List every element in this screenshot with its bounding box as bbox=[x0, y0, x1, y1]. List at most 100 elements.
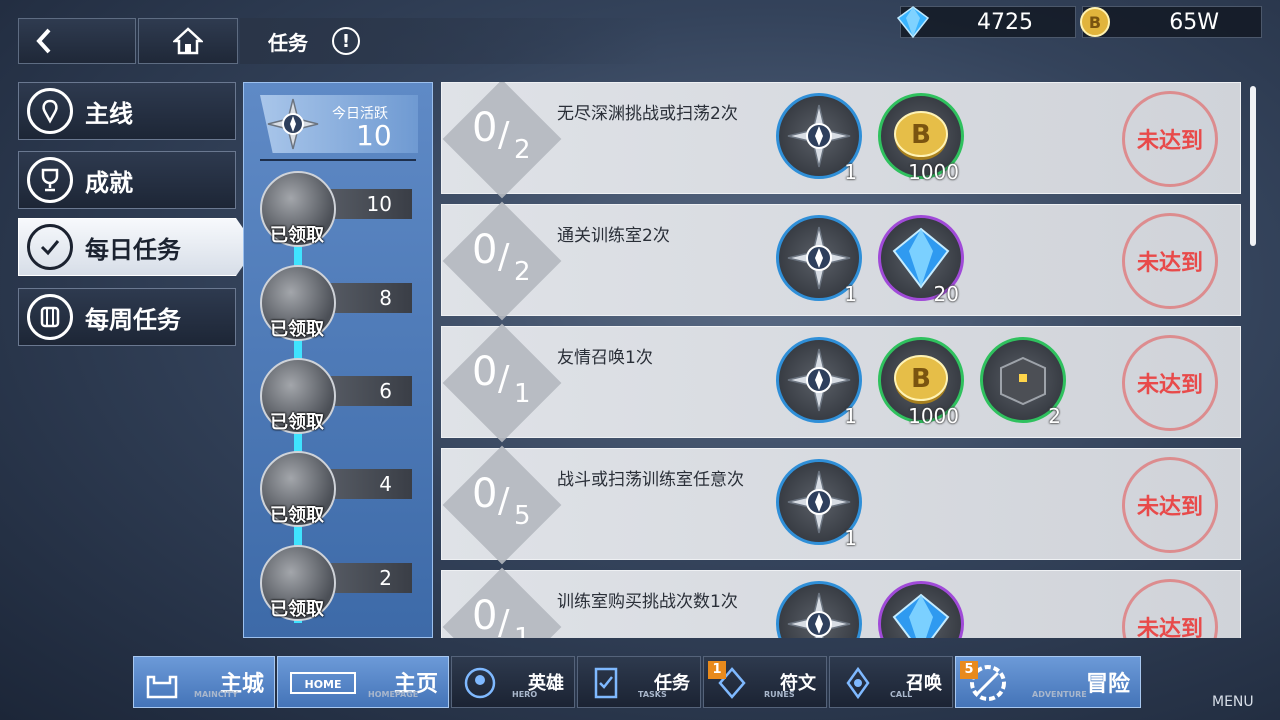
task-progress: 0/2 bbox=[472, 105, 552, 175]
claimed-label: 已领取 bbox=[270, 225, 324, 246]
gem-counter[interactable]: 4725 bbox=[896, 6, 1076, 39]
task-progress: 0/2 bbox=[472, 227, 552, 297]
calendar-icon bbox=[27, 294, 73, 340]
activity-panel: 今日活跃 10 10 已领取 8 已领取 6 已领取 4 已领取 2 已领取 bbox=[243, 82, 433, 638]
compass-reward-icon[interactable]: 1 bbox=[776, 215, 862, 306]
nav-eng-label: CALL bbox=[890, 690, 913, 699]
menu-button[interactable]: MENU bbox=[1212, 694, 1254, 710]
menu-item-daily-tasks[interactable]: 每日任务 bbox=[18, 218, 256, 276]
nav-tasks[interactable]: TASKS 任务 bbox=[577, 656, 701, 708]
reward-count: 2 bbox=[1048, 404, 1061, 428]
milestone-chest[interactable]: 6 已领取 bbox=[260, 358, 412, 438]
nav-summon[interactable]: CALL 召唤 bbox=[829, 656, 953, 708]
task-row[interactable]: 0/ 1 训练室购买挑战次数1次 未达到 bbox=[441, 567, 1241, 638]
claimed-label: 已领取 bbox=[270, 505, 324, 526]
home-sign-icon: HOME bbox=[290, 672, 356, 694]
trophy-icon bbox=[27, 157, 73, 203]
home-button[interactable] bbox=[138, 18, 238, 64]
task-name: 通关训练室2次 bbox=[557, 226, 670, 246]
gem-amount: 4725 bbox=[977, 9, 1033, 35]
reward-count: 1000 bbox=[908, 404, 959, 428]
compass-icon bbox=[267, 98, 319, 150]
task-progress: 0/1 bbox=[472, 349, 552, 419]
task-name: 无尽深渊挑战或扫荡2次 bbox=[557, 104, 738, 124]
menu-item-achievements[interactable]: 成就 bbox=[18, 151, 236, 209]
progress-current: 0 bbox=[472, 593, 498, 638]
compass-reward-icon[interactable]: 1 bbox=[776, 93, 862, 184]
compass-reward-icon[interactable]: 1 bbox=[776, 337, 862, 428]
nav-eng-label: MAINCITY bbox=[194, 690, 238, 699]
progress-total: 1 bbox=[514, 623, 531, 638]
nav-homepage[interactable]: HOME HOMEPAGE 主页 bbox=[277, 656, 449, 708]
scrollbar[interactable] bbox=[1250, 86, 1256, 246]
compass-reward-icon[interactable] bbox=[776, 581, 862, 638]
progress-emblem: 0/5 bbox=[442, 445, 572, 565]
task-progress: 0/1 bbox=[472, 593, 552, 638]
tasks-icon bbox=[594, 667, 618, 699]
claimed-label: 已领取 bbox=[270, 319, 324, 340]
gold-coin-reward-icon[interactable]: B 1000 bbox=[878, 337, 964, 428]
task-row[interactable]: 0/2 通关训练室2次 1 20 未达到 bbox=[441, 201, 1241, 321]
gem-icon bbox=[896, 6, 930, 39]
main-quest-icon bbox=[27, 88, 73, 134]
gold-amount: 65W bbox=[1169, 9, 1219, 35]
progress-total: 2 bbox=[514, 257, 531, 287]
task-list[interactable]: 0/2 无尽深渊挑战或扫荡2次 1 B 1000 未达到 0/2 通关训练室2次 1 20 未达到 0… bbox=[441, 82, 1243, 638]
task-row[interactable]: 0/2 无尽深渊挑战或扫荡2次 1 B 1000 未达到 bbox=[441, 82, 1241, 199]
menu-label: 每周任务 bbox=[85, 305, 181, 334]
progress-emblem: 0/2 bbox=[442, 201, 572, 321]
milestone-chest[interactable]: 2 已领取 bbox=[260, 545, 412, 625]
gold-coin-reward-icon[interactable]: B 1000 bbox=[878, 93, 964, 184]
progress-total: 1 bbox=[514, 379, 531, 409]
task-name: 训练室购买挑战次数1次 bbox=[557, 592, 738, 612]
task-row[interactable]: 0/1 友情召唤1次 1 B 1000 2 未达到 bbox=[441, 323, 1241, 443]
progress-emblem: 0/ 1 bbox=[442, 567, 572, 638]
nav-hero[interactable]: HERO 英雄 bbox=[451, 656, 575, 708]
page-title: 任务 bbox=[268, 30, 308, 55]
progress-current: 0 bbox=[472, 105, 498, 151]
nav-runes[interactable]: 1 RUNES 符文 bbox=[703, 656, 827, 708]
nav-main-city[interactable]: MAINCITY 主城 bbox=[133, 656, 275, 708]
compass-reward-icon[interactable]: 1 bbox=[776, 459, 862, 550]
cube-reward-icon[interactable]: 2 bbox=[980, 337, 1066, 428]
nav-eng-label: HERO bbox=[512, 690, 538, 699]
not-reached-stamp: 未达到 bbox=[1122, 579, 1218, 638]
not-reached-stamp: 未达到 bbox=[1122, 335, 1218, 431]
back-button[interactable] bbox=[18, 18, 136, 64]
bottom-nav: MAINCITY 主城 HOME HOMEPAGE 主页 HERO 英雄 TAS… bbox=[133, 656, 1149, 708]
task-name: 战斗或扫荡训练室任意次 bbox=[557, 470, 744, 490]
progress-slash: / bbox=[498, 481, 510, 521]
progress-current: 0 bbox=[472, 227, 498, 273]
svg-text:B: B bbox=[911, 120, 931, 150]
milestone-chest[interactable]: 10 已领取 bbox=[260, 171, 412, 251]
task-progress: 0/5 bbox=[472, 471, 552, 541]
not-reached-stamp: 未达到 bbox=[1122, 213, 1218, 309]
progress-slash: / bbox=[498, 237, 510, 277]
progress-emblem: 0/2 bbox=[442, 82, 572, 199]
milestone-chest[interactable]: 4 已领取 bbox=[260, 451, 412, 531]
menu-label: 每日任务 bbox=[85, 235, 181, 264]
info-icon[interactable]: ! bbox=[332, 27, 360, 55]
gem-reward-icon[interactable]: 20 bbox=[878, 215, 964, 306]
reward-count: 1000 bbox=[908, 160, 959, 184]
menu-label: 主线 bbox=[85, 99, 133, 128]
nav-adventure[interactable]: 5 ADVENTURE 冒险 bbox=[955, 656, 1141, 708]
task-name: 友情召唤1次 bbox=[557, 348, 653, 368]
progress-current: 0 bbox=[472, 349, 498, 395]
progress-slash: / bbox=[498, 359, 510, 399]
svg-text:B: B bbox=[1089, 13, 1101, 32]
menu-item-weekly-tasks[interactable]: 每周任务 bbox=[18, 288, 236, 346]
gold-coin-icon: B bbox=[1080, 7, 1110, 37]
check-icon bbox=[27, 224, 73, 270]
progress-total: 2 bbox=[514, 135, 531, 165]
gem-reward-icon[interactable] bbox=[878, 581, 964, 638]
nav-label: 冒险 bbox=[1085, 672, 1130, 697]
nav-eng-label: TASKS bbox=[638, 690, 667, 699]
reward-count: 1 bbox=[844, 526, 857, 550]
gold-counter[interactable]: B 65W bbox=[1080, 6, 1262, 38]
menu-item-main-quest[interactable]: 主线 bbox=[18, 82, 236, 140]
milestone-chest[interactable]: 8 已领取 bbox=[260, 265, 412, 345]
activity-value: 10 bbox=[356, 119, 392, 152]
task-row[interactable]: 0/5 战斗或扫荡训练室任意次 1 未达到 bbox=[441, 445, 1241, 565]
activity-header: 今日活跃 10 bbox=[260, 95, 418, 153]
